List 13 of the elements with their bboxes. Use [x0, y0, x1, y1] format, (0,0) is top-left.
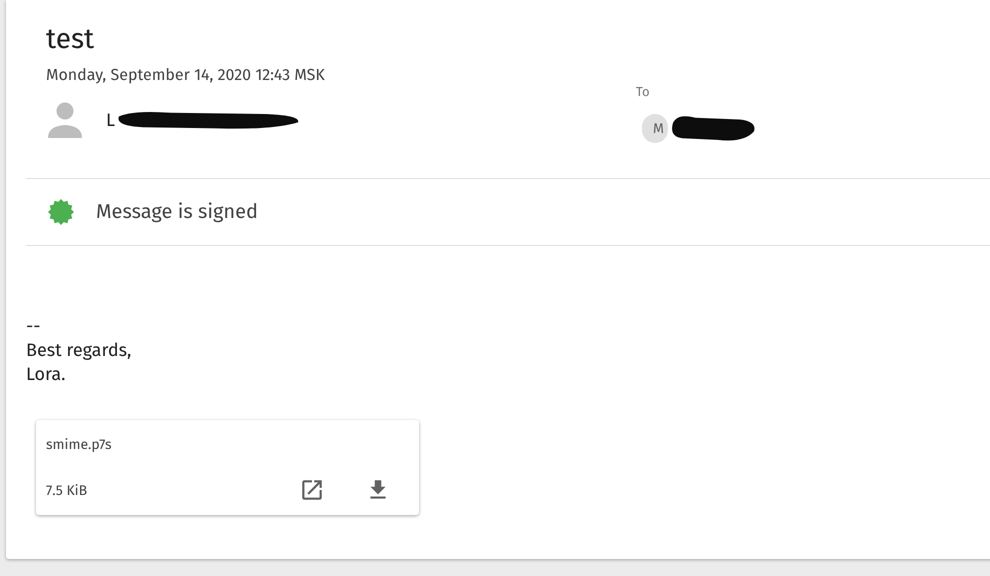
body-line: --: [26, 314, 41, 338]
seal-icon: [48, 199, 74, 225]
body-line: Best regards,: [26, 338, 132, 362]
attachment-size: 7.5 KiB: [46, 480, 88, 500]
signature-status: Message is signed: [96, 199, 258, 226]
to-label: To: [636, 85, 650, 101]
person-icon: [46, 102, 84, 138]
message-date: Monday, September 14, 2020 12:43 MSK: [46, 66, 325, 86]
attachment-name: smime.p7s: [46, 435, 112, 455]
body-line: Lora.: [26, 362, 66, 386]
message-subject: test: [46, 22, 94, 58]
sender-name: L: [106, 109, 115, 131]
recipient-chip[interactable]: M: [642, 114, 668, 142]
